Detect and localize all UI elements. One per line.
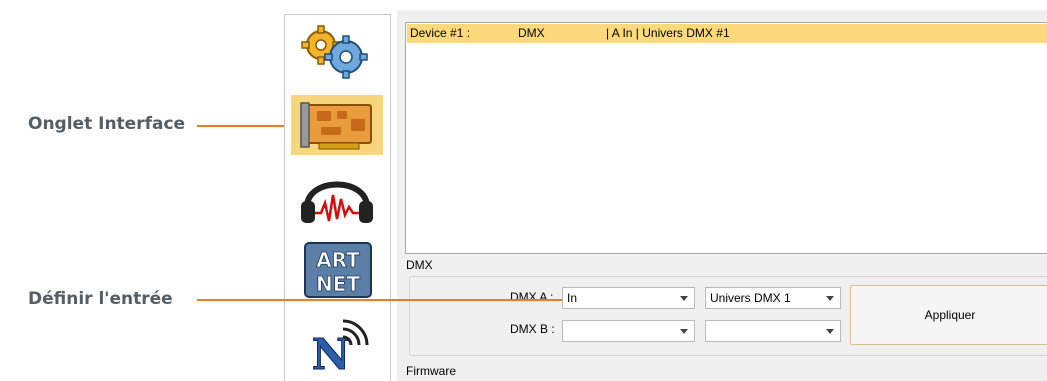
chevron-down-icon — [826, 296, 834, 301]
chevron-down-icon — [680, 329, 688, 334]
headphones-icon — [301, 181, 373, 223]
sidebar-item-audio[interactable] — [291, 167, 383, 227]
dmx-a-mode-select[interactable]: In — [562, 287, 695, 309]
chevron-down-icon — [680, 296, 688, 301]
artnet-text-top: ART — [316, 248, 360, 272]
interface-panel: Device #1 : DMX | A In | Univers DMX #1 … — [397, 10, 1047, 381]
dmx-a-label: DMX A : — [510, 290, 554, 304]
device-protocol: DMX — [518, 26, 545, 40]
dmx-b-mode-select[interactable] — [562, 320, 695, 342]
artnet-text-bottom: NET — [316, 272, 360, 296]
network-n-icon: N — [311, 319, 369, 373]
dmx-section-label: DMX — [406, 258, 433, 272]
sidebar: ART NET N — [284, 14, 391, 381]
dmx-b-universe-select[interactable] — [705, 320, 841, 342]
dmx-a-universe-value: Univers DMX 1 — [710, 291, 791, 305]
artnet-icon: ART NET — [304, 242, 372, 298]
dmx-b-label: DMX B : — [510, 322, 555, 336]
device-details: | A In | Univers DMX #1 — [606, 26, 730, 40]
firmware-section-label: Firmware — [406, 364, 456, 378]
callout-line-interface — [197, 125, 297, 127]
sidebar-item-interface[interactable] — [291, 95, 383, 155]
dmx-a-mode-value: In — [567, 291, 578, 305]
sidebar-item-artnet[interactable]: ART NET — [291, 239, 383, 299]
interface-card-icon — [300, 102, 372, 150]
callout-define-input: Définir l'entrée — [28, 289, 173, 309]
chevron-down-icon — [826, 329, 834, 334]
device-list[interactable]: Device #1 : DMX | A In | Univers DMX #1 — [405, 22, 1047, 254]
apply-button[interactable]: Appliquer — [850, 285, 1047, 345]
gears-icon — [301, 25, 368, 79]
device-name: Device #1 : — [410, 26, 471, 40]
sidebar-item-settings[interactable] — [291, 21, 383, 81]
device-list-row[interactable]: Device #1 : DMX | A In | Univers DMX #1 — [407, 24, 1047, 43]
callout-line-input — [197, 299, 562, 301]
dmx-a-universe-select[interactable]: Univers DMX 1 — [705, 287, 841, 309]
callout-interface-tab: Onglet Interface — [28, 114, 186, 134]
sidebar-item-network[interactable]: N — [291, 313, 383, 373]
